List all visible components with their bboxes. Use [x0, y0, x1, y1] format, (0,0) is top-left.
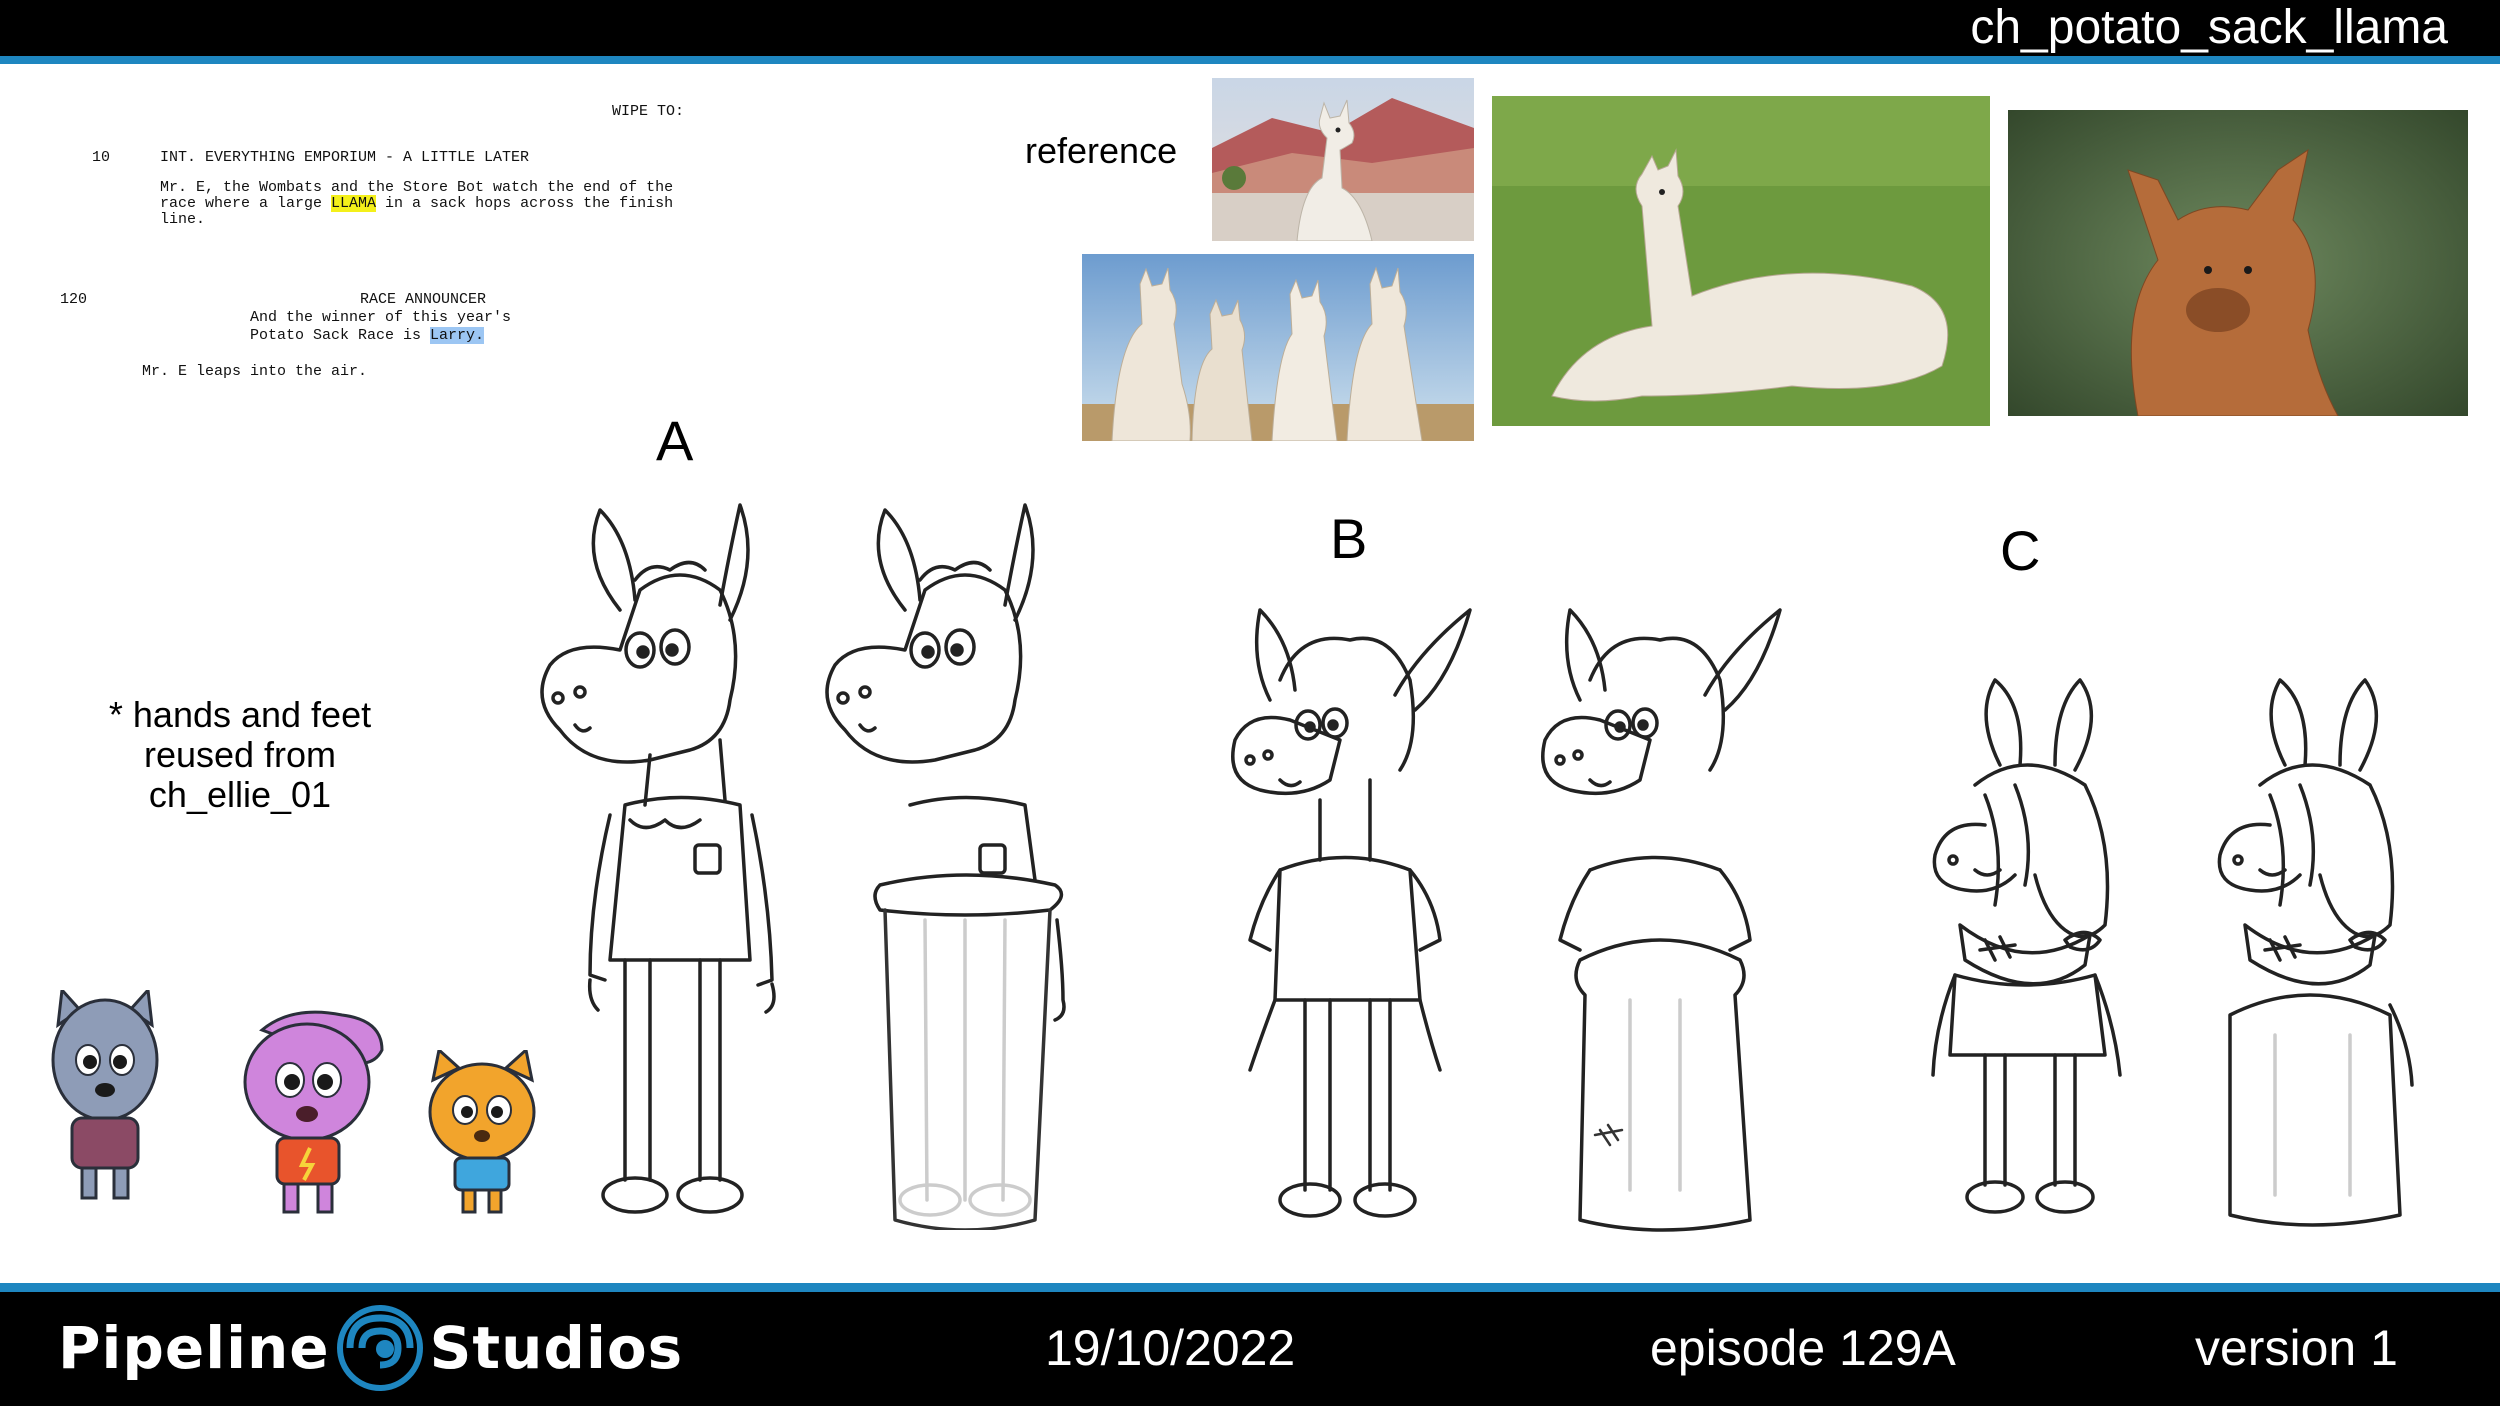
highlight-larry: Larry. [430, 327, 485, 344]
dialogue-line-1: And the winner of this year's [250, 309, 512, 326]
reference-photo-lying-llama [1492, 96, 1990, 426]
footer-episode: episode 129A [1650, 1320, 1956, 1376]
scene-number: 10 [92, 149, 111, 166]
studio-logo: Pipeline Studios [58, 1303, 683, 1393]
footer-accent-line [0, 1283, 2500, 1292]
variant-label-b: B [1330, 507, 1368, 570]
note-line-1: * hands and feet [108, 694, 372, 735]
wombat-character-grey [51, 990, 159, 1200]
variant-label-c: C [2000, 519, 2041, 582]
sheet-title: ch_potato_sack_llama [1970, 1, 2448, 54]
footer-version: version 1 [2195, 1320, 2398, 1376]
action-line-2: race where a large LLAMA in a sack hops … [160, 195, 674, 212]
header-accent-line [0, 56, 2500, 64]
action-line-3: line. [160, 211, 206, 228]
llama-design-a-sack [825, 503, 1066, 1230]
reference-photo-four-llamas [1082, 254, 1474, 441]
logo-text-right: Studios [429, 1314, 684, 1382]
logo-swirl-icon [336, 1305, 423, 1391]
reference-photo-brown-alpaca [2008, 110, 2468, 416]
llama-design-c-sack [2217, 678, 2414, 1227]
llama-design-a-plain [540, 503, 776, 1214]
scene-heading: INT. EVERYTHING EMPORIUM - A LITTLE LATE… [160, 149, 530, 166]
reuse-note: * hands and feet reused from ch_ellie_01 [90, 695, 390, 815]
character-name: RACE ANNOUNCER [360, 291, 487, 308]
wombat-character-purple [243, 1010, 384, 1214]
note-line-2: reused from [143, 734, 337, 775]
logo-text-left: Pipeline [58, 1314, 330, 1382]
variant-label-a: A [656, 409, 694, 472]
highlight-llama: LLAMA [331, 195, 377, 212]
action-line-4: Mr. E leaps into the air. [142, 363, 368, 380]
line-number: 120 [60, 291, 88, 308]
note-line-3: ch_ellie_01 [148, 774, 332, 815]
transition-text: WIPE TO: [612, 103, 685, 120]
footer-date: 19/10/2022 [1045, 1320, 1296, 1376]
dialogue-line-2: Potato Sack Race is Larry. [250, 327, 485, 344]
reference-label: reference [1025, 130, 1178, 171]
llama-design-b-sack [1541, 608, 1782, 1232]
action-line-1: Mr. E, the Wombats and the Store Bot wat… [160, 179, 674, 196]
llama-design-c-plain [1931, 678, 2122, 1214]
llama-design-b-plain [1231, 608, 1472, 1218]
reference-photo-mountain-llama [1212, 78, 1474, 241]
wombat-character-orange [428, 1050, 536, 1214]
